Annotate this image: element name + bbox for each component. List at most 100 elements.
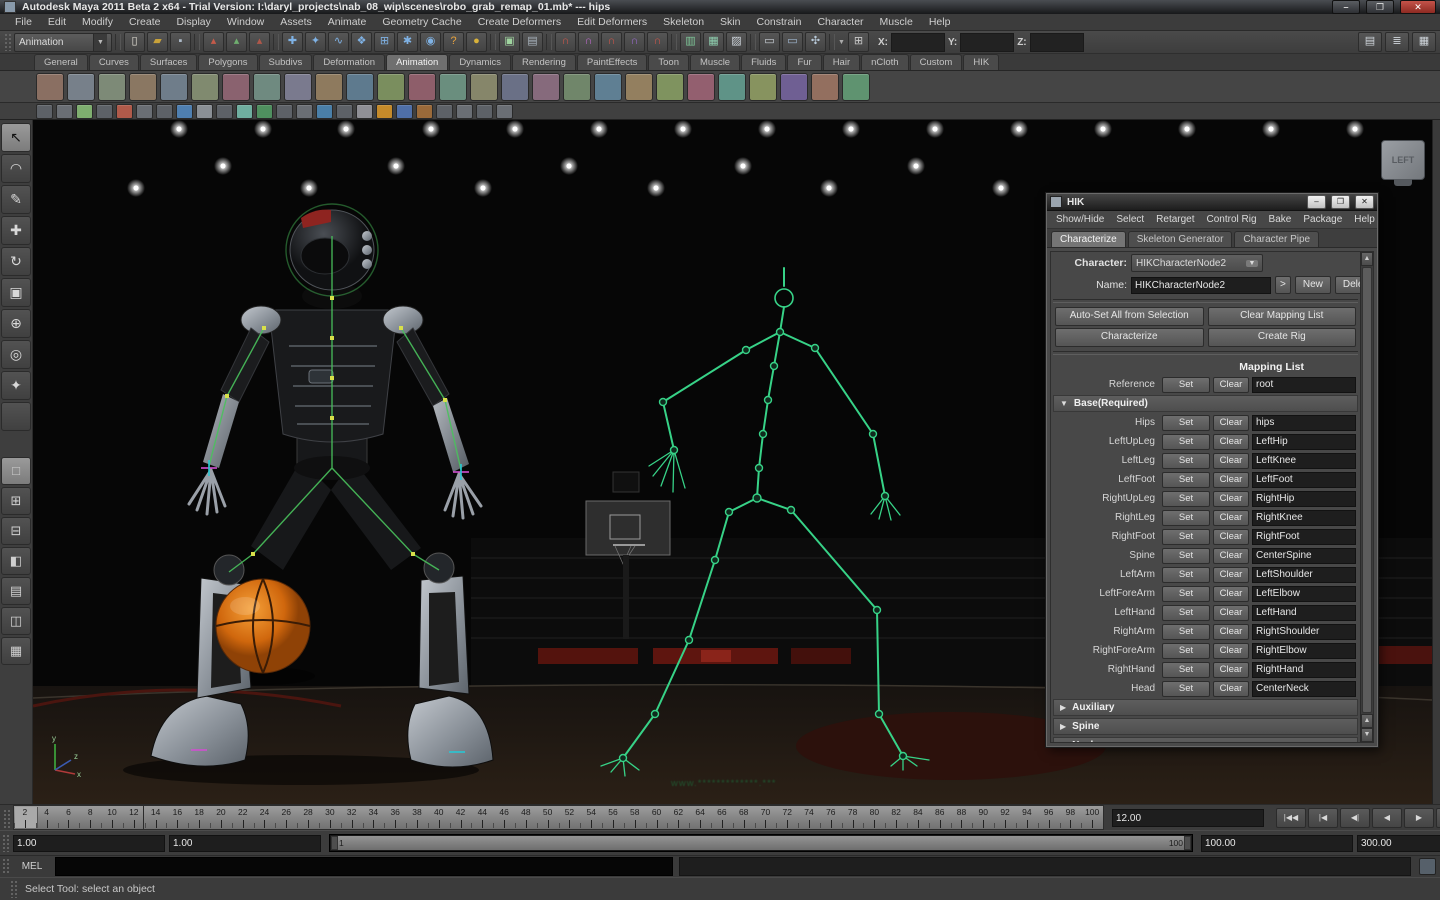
playback-end-field[interactable] [1201, 834, 1353, 852]
panel-toolbar-icon[interactable] [236, 103, 253, 119]
hik-menu-item[interactable]: Package [1298, 213, 1347, 226]
clear-button[interactable]: Clear [1213, 661, 1249, 678]
lasso-select-tool[interactable]: ◠ [1, 154, 31, 184]
basketball[interactable] [215, 578, 311, 674]
timeline-tick[interactable]: 22 [231, 806, 254, 829]
shelf-tool-icon[interactable] [408, 72, 436, 101]
shelf-tool-icon[interactable] [315, 72, 343, 101]
timeline-tick[interactable]: 66 [711, 806, 733, 829]
timeline-tick[interactable]: 86 [928, 806, 951, 829]
mapping-value-field[interactable]: LeftFoot [1252, 471, 1356, 488]
menu-item[interactable]: Muscle [873, 15, 920, 29]
scroll-up-icon[interactable]: ▲ [1361, 714, 1373, 729]
hik-tab[interactable]: Character Pipe [1234, 231, 1320, 248]
panel-toolbar-icon[interactable] [416, 103, 433, 119]
hik-menu-item[interactable]: Show/Hide [1051, 213, 1109, 226]
timeline-tick[interactable]: 90 [972, 806, 994, 829]
shelf-tool-icon[interactable] [191, 72, 219, 101]
timeline-tick[interactable]: 20 [210, 806, 232, 829]
set-button[interactable]: Set [1162, 528, 1210, 545]
x-coordinate-field[interactable] [890, 32, 945, 52]
menu-item[interactable]: Create Deformers [471, 15, 568, 29]
mapping-value-field[interactable]: LeftKnee [1252, 452, 1356, 469]
shelf-tool-icon[interactable] [67, 72, 95, 101]
hik-title-bar[interactable]: HIK – ❐ ✕ [1047, 194, 1377, 212]
timeline-tick[interactable]: 4 [35, 806, 58, 829]
clear-button[interactable]: Clear [1213, 642, 1249, 659]
shelf-tool-icon[interactable] [501, 72, 529, 101]
timeline-tick[interactable]: 48 [514, 806, 537, 829]
timeline-tick[interactable]: 82 [885, 806, 907, 829]
timeline-tick[interactable]: 44 [471, 806, 493, 829]
shelf-tool-icon[interactable] [129, 72, 157, 101]
scroll-up-icon[interactable]: ▲ [1361, 252, 1373, 267]
timeline-tick[interactable]: 36 [384, 806, 406, 829]
shelf-tab[interactable]: Deformation [313, 54, 386, 71]
menu-item[interactable]: File [8, 15, 39, 29]
menu-item[interactable]: Skeleton [656, 15, 711, 29]
input-line-selector[interactable]: ▼ [838, 39, 845, 46]
set-button[interactable]: Set [1162, 376, 1210, 393]
timeline-tick[interactable]: 96 [1037, 806, 1060, 829]
clear-button[interactable]: Clear [1213, 585, 1249, 602]
animation-end-field[interactable] [1357, 834, 1440, 852]
panel-toolbar-icon[interactable] [196, 103, 213, 119]
play-forwards-button[interactable]: ▶ [1404, 807, 1434, 828]
shelf-tab[interactable]: Animation [386, 54, 449, 71]
clear-button[interactable]: Clear [1213, 376, 1249, 393]
mapping-value-field[interactable]: LeftHand [1252, 604, 1356, 621]
mapping-value-field[interactable]: hips [1252, 414, 1356, 431]
snap-to-plane-icon[interactable]: ∩ [624, 32, 645, 52]
mapping-value-field[interactable]: RightShoulder [1252, 623, 1356, 640]
panel-toolbar-icon[interactable] [356, 103, 373, 119]
select-tool[interactable]: ↖ [1, 123, 31, 153]
timeline-tick[interactable]: 70 [754, 806, 777, 829]
shelf-tool-icon[interactable] [749, 72, 777, 101]
mapping-value-field[interactable]: RightHand [1252, 661, 1356, 678]
lock-selection-icon[interactable]: ● [466, 32, 487, 52]
mask-deformers-icon[interactable]: ⊞ [374, 32, 395, 52]
panel-toolbar-icon[interactable] [136, 103, 153, 119]
mapping-value-field[interactable]: RightKnee [1252, 509, 1356, 526]
set-button[interactable]: Set [1162, 509, 1210, 526]
hik-window[interactable]: HIK – ❐ ✕ Show/Hide Select Retarget Control… [1045, 192, 1379, 749]
shelf-tool-icon[interactable] [284, 72, 312, 101]
shelf-tool-icon[interactable] [563, 72, 591, 101]
timeline-tick[interactable]: 72 [776, 806, 798, 829]
view-cube[interactable]: LEFT [1381, 140, 1425, 187]
clear-button[interactable]: Clear [1213, 433, 1249, 450]
single-pane-layout[interactable]: □ [1, 457, 31, 486]
render-settings-icon[interactable]: ✣ [805, 32, 826, 52]
shelf-tool-icon[interactable] [532, 72, 560, 101]
timeline-tick[interactable]: 84 [907, 806, 929, 829]
timeline-tick[interactable]: 24 [253, 806, 276, 829]
clear-button[interactable]: Clear [1213, 528, 1249, 545]
timeline-tick[interactable]: 16 [166, 806, 188, 829]
snap-to-curve-icon[interactable]: ∩ [578, 32, 599, 52]
panel-toolbar-icon[interactable] [336, 103, 353, 119]
menu-item[interactable]: Character [810, 15, 870, 29]
y-coordinate-field[interactable] [960, 32, 1015, 52]
mapping-value-field[interactable]: LeftShoulder [1252, 566, 1356, 583]
mask-joints-icon[interactable]: ✦ [305, 32, 326, 52]
hik-tab[interactable]: Skeleton Generator [1127, 231, 1233, 248]
mapping-value-field[interactable]: LeftHip [1252, 433, 1356, 450]
clear-button[interactable]: Clear [1213, 414, 1249, 431]
timeline-tick[interactable]: 6 [57, 806, 80, 829]
shelf-tab[interactable]: Fluids [741, 54, 787, 71]
close-button[interactable]: ✕ [1400, 0, 1436, 15]
shelf-tab[interactable]: Polygons [198, 54, 258, 71]
menu-item[interactable]: Window [220, 15, 271, 29]
shelf-tool-icon[interactable] [594, 72, 622, 101]
select-by-component-type-icon[interactable]: ▴ [249, 32, 270, 52]
persp-graph-layout[interactable]: ▤ [1, 577, 31, 606]
create-rig-button[interactable]: Create Rig [1207, 328, 1356, 348]
shelf-tab[interactable]: Toon [648, 54, 689, 71]
clear-button[interactable]: Clear [1213, 547, 1249, 564]
menu-item[interactable]: Edit Deformers [570, 15, 654, 29]
shelf-tab[interactable]: General [34, 54, 88, 71]
timeline-tick[interactable]: 26 [275, 806, 297, 829]
highlight-selection-icon[interactable]: ▣ [499, 32, 520, 52]
shelf-tab[interactable]: nCloth [861, 54, 909, 71]
mapping-value-field[interactable]: RightHip [1252, 490, 1356, 507]
